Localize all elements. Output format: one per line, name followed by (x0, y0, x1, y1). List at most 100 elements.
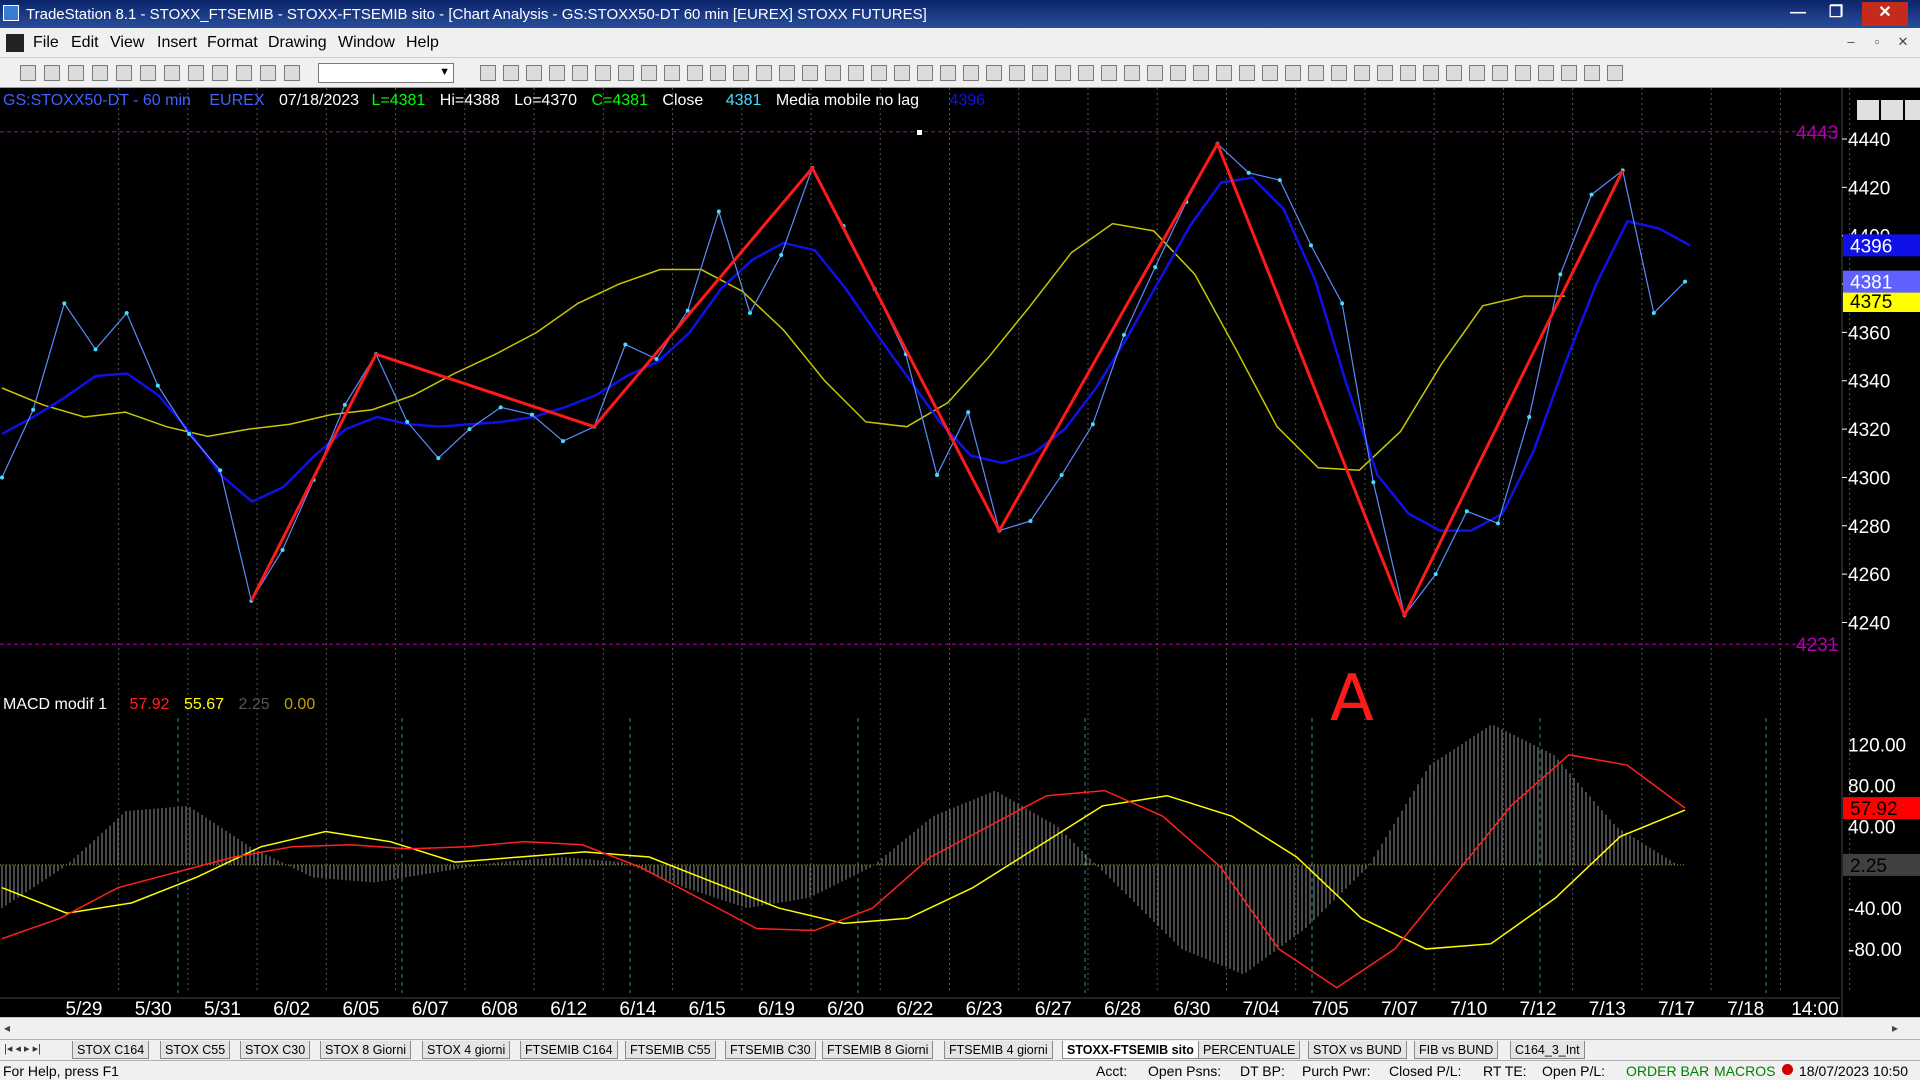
menu-view[interactable]: View (110, 34, 144, 52)
toolbar-icon[interactable] (1009, 65, 1025, 81)
toolbar-icon[interactable] (963, 65, 979, 81)
tab-stox-8-giorni[interactable]: STOX 8 Giorni (320, 1041, 412, 1059)
axis-minimize-button[interactable] (1857, 100, 1879, 120)
price-axis-controls[interactable] (1857, 100, 1920, 120)
toolbar-icon[interactable] (1377, 65, 1393, 81)
toolbar-icon[interactable] (1032, 65, 1048, 81)
toolbar-icon[interactable] (116, 65, 132, 81)
toolbar-icon[interactable] (1469, 65, 1485, 81)
tab-ftsemib-8-giorni[interactable]: FTSEMIB 8 Giorni (822, 1041, 934, 1059)
axis-close-button[interactable] (1905, 100, 1920, 120)
toolbar-icon[interactable] (595, 65, 611, 81)
axis-restore-button[interactable] (1881, 100, 1903, 120)
toolbar-icon[interactable] (641, 65, 657, 81)
toolbar-icon[interactable] (894, 65, 910, 81)
toolbar-icon[interactable] (549, 65, 565, 81)
mdi-close-button[interactable]: ✕ (1892, 34, 1914, 52)
toolbar-icon[interactable] (710, 65, 726, 81)
status-order-bar[interactable]: ORDER BAR (1626, 1063, 1709, 1079)
toolbar-icon[interactable] (92, 65, 108, 81)
toolbar-icon[interactable] (480, 65, 496, 81)
toolbar-icon[interactable] (1561, 65, 1577, 81)
minimize-button[interactable]: — (1780, 2, 1816, 26)
toolbar-icon[interactable] (802, 65, 818, 81)
tab-stox-c30[interactable]: STOX C30 (240, 1041, 311, 1059)
toolbar-icon[interactable] (284, 65, 300, 81)
status-macros[interactable]: MACROS (1714, 1063, 1775, 1079)
toolbar-icon[interactable] (1331, 65, 1347, 81)
toolbar-icon[interactable] (1354, 65, 1370, 81)
menu-format[interactable]: Format (207, 34, 258, 52)
toolbar-icon[interactable] (1262, 65, 1278, 81)
tab-ftsemib-c55[interactable]: FTSEMIB C55 (625, 1041, 716, 1059)
menu-file[interactable]: File (33, 34, 59, 52)
tab-ftsemib-c30[interactable]: FTSEMIB C30 (725, 1041, 816, 1059)
toolbar-icon[interactable] (44, 65, 60, 81)
tab-stox-c55[interactable]: STOX C55 (160, 1041, 231, 1059)
toolbar-icon[interactable] (164, 65, 180, 81)
close-button[interactable]: ✕ (1862, 2, 1908, 26)
toolbar-icon[interactable] (1101, 65, 1117, 81)
toolbar-icon[interactable] (1239, 65, 1255, 81)
toolbar-icon[interactable] (1124, 65, 1140, 81)
toolbar-icon[interactable] (260, 65, 276, 81)
tab-nav-arrows[interactable]: |◂ ◂ ▸ ▸| (4, 1042, 41, 1055)
toolbar-icon[interactable] (917, 65, 933, 81)
scroll-right-arrow[interactable]: ▸ (1892, 1021, 1898, 1035)
toolbar-icon[interactable] (1308, 65, 1324, 81)
toolbar-icon[interactable] (1147, 65, 1163, 81)
toolbar-combo[interactable]: ▼ (318, 63, 454, 83)
toolbar-icon[interactable] (825, 65, 841, 81)
toolbar-icon[interactable] (1055, 65, 1071, 81)
tab-stox-c164[interactable]: STOX C164 (72, 1041, 150, 1059)
toolbar-icon[interactable] (572, 65, 588, 81)
toolbar-icon[interactable] (1400, 65, 1416, 81)
horizontal-scrollbar[interactable]: ◂ ▸ (0, 1017, 1920, 1039)
toolbar-icon[interactable] (940, 65, 956, 81)
toolbar-icon[interactable] (1078, 65, 1094, 81)
tab-stoxx-ftsemib-sito[interactable]: STOXX-FTSEMIB sito (1062, 1041, 1199, 1059)
toolbar-icon[interactable] (236, 65, 252, 81)
mdi-restore-button[interactable]: ▫ (1866, 34, 1888, 52)
toolbar-icon[interactable] (1170, 65, 1186, 81)
toolbar-icon[interactable] (140, 65, 156, 81)
tab-c164-3-int[interactable]: C164_3_Int (1510, 1041, 1585, 1059)
toolbar-icon[interactable] (618, 65, 634, 81)
toolbar-icon[interactable] (756, 65, 772, 81)
toolbar-icon[interactable] (1446, 65, 1462, 81)
tab-ftsemib-c164[interactable]: FTSEMIB C164 (520, 1041, 618, 1059)
toolbar-icon[interactable] (664, 65, 680, 81)
toolbar-icon[interactable] (1584, 65, 1600, 81)
tab-stox-4-giorni[interactable]: STOX 4 giorni (422, 1041, 511, 1059)
mdi-minimize-button[interactable]: – (1840, 34, 1862, 52)
toolbar-icon[interactable] (1538, 65, 1554, 81)
toolbar-icon[interactable] (1607, 65, 1623, 81)
menu-edit[interactable]: Edit (71, 34, 99, 52)
toolbar-icon[interactable] (188, 65, 204, 81)
toolbar-icon[interactable] (687, 65, 703, 81)
toolbar-icon[interactable] (526, 65, 542, 81)
document-icon[interactable] (6, 34, 24, 52)
toolbar-icon[interactable] (1423, 65, 1439, 81)
toolbar-icon[interactable] (503, 65, 519, 81)
toolbar-icon[interactable] (1216, 65, 1232, 81)
tab-stox-vs-bund[interactable]: STOX vs BUND (1308, 1041, 1407, 1059)
toolbar-icon[interactable] (68, 65, 84, 81)
menu-drawing[interactable]: Drawing (268, 34, 327, 52)
restore-button[interactable]: ❐ (1818, 2, 1854, 26)
toolbar-icon[interactable] (1285, 65, 1301, 81)
chart-analysis-window[interactable]: 4443 4231 5/29 5/30 5/31 6/02 6/05 6/07 6/08 6/1… (0, 88, 1920, 1017)
tab-percentuale[interactable]: PERCENTUALE (1198, 1041, 1301, 1059)
toolbar-icon[interactable] (733, 65, 749, 81)
toolbar-icon[interactable] (212, 65, 228, 81)
toolbar-icon[interactable] (848, 65, 864, 81)
toolbar-icon[interactable] (871, 65, 887, 81)
toolbar-icon[interactable] (20, 65, 36, 81)
menu-insert[interactable]: Insert (157, 34, 197, 52)
tab-ftsemib-4-giorni[interactable]: FTSEMIB 4 giorni (944, 1041, 1053, 1059)
menu-help[interactable]: Help (406, 34, 439, 52)
tab-fib-vs-bund[interactable]: FIB vs BUND (1414, 1041, 1499, 1059)
menu-window[interactable]: Window (338, 34, 395, 52)
toolbar-icon[interactable] (779, 65, 795, 81)
toolbar-icon[interactable] (1515, 65, 1531, 81)
